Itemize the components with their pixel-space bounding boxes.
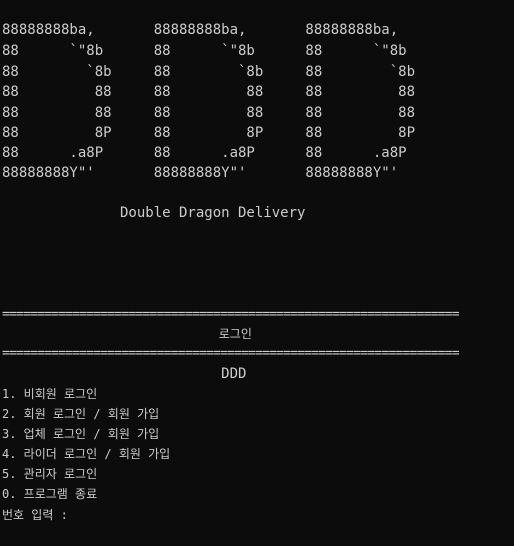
login-heading: 로그인 bbox=[2, 327, 252, 341]
banner-title: Double Dragon Delivery bbox=[2, 205, 306, 221]
menu-item-rider-login: 4. 라이더 로그인 / 회원 가입 bbox=[2, 447, 171, 461]
menu-item-exit-program: 0. 프로그램 종료 bbox=[2, 487, 98, 501]
ddd-heading: DDD bbox=[2, 366, 247, 382]
banner-line: 88888888Y"' 88888888Y"' 88888888Y"' bbox=[2, 165, 399, 181]
banner-line: 88 88 88 88 88 88 bbox=[2, 84, 416, 100]
separator-line: ========================================… bbox=[2, 346, 460, 361]
menu-item-guest-login: 1. 비회원 로그인 bbox=[2, 387, 98, 401]
banner-line: 88888888ba, 88888888ba, 88888888ba, bbox=[2, 22, 399, 38]
separator-line: ========================================… bbox=[2, 307, 460, 322]
banner-line: 88 .a8P 88 .a8P 88 .a8P bbox=[2, 145, 407, 161]
menu-item-admin-login: 5. 관리자 로그인 bbox=[2, 467, 98, 481]
console-window[interactable]: 88888888ba, 88888888ba, 88888888ba, 88 `… bbox=[0, 0, 514, 546]
banner-line: 88 8P 88 8P 88 8P bbox=[2, 125, 416, 141]
menu-item-business-login: 3. 업체 로그인 / 회원 가입 bbox=[2, 427, 160, 441]
banner-line: 88 `"8b 88 `"8b 88 `"8b bbox=[2, 43, 407, 59]
banner-line: 88 `8b 88 `8b 88 `8b bbox=[2, 64, 416, 80]
banner-line: 88 88 88 88 88 88 bbox=[2, 105, 416, 121]
number-input-prompt[interactable]: 번호 입력 : bbox=[2, 505, 68, 525]
menu-item-member-login: 2. 회원 로그인 / 회원 가입 bbox=[2, 407, 160, 421]
